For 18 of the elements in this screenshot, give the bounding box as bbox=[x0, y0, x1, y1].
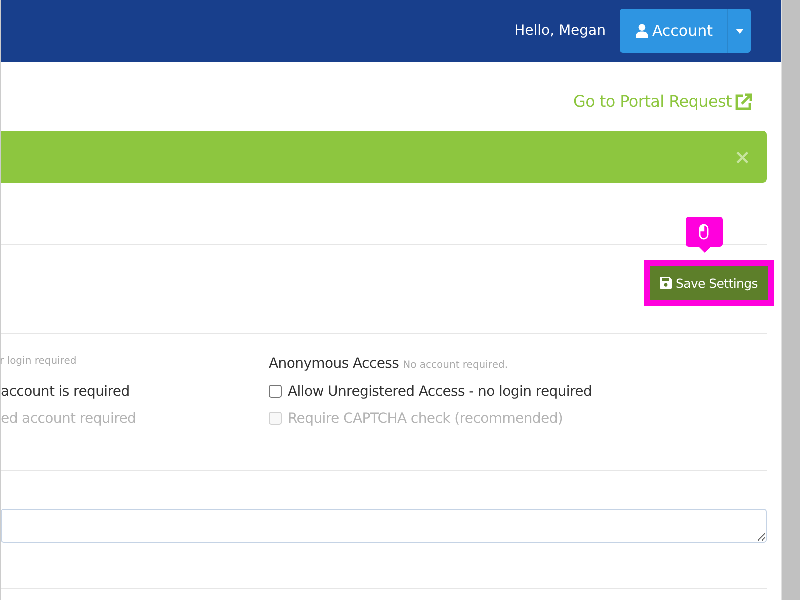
dropdown-toggle[interactable] bbox=[727, 9, 752, 53]
account-button[interactable]: Account bbox=[620, 9, 728, 53]
external-link-icon bbox=[735, 92, 754, 110]
scrollbar[interactable] bbox=[781, 0, 800, 600]
checkbox[interactable] bbox=[269, 385, 282, 398]
save-button[interactable]: Save Settings bbox=[650, 266, 768, 300]
link[interactable]: Go to Portal Request bbox=[574, 92, 754, 111]
mouse-icon bbox=[699, 224, 710, 240]
hint-text: r login required bbox=[0, 356, 77, 367]
option-label: account is required bbox=[1, 384, 130, 400]
option-label: Allow Unregistered Access - no login required bbox=[288, 384, 592, 400]
user-icon bbox=[636, 23, 648, 39]
option-label: ed account required bbox=[1, 410, 136, 426]
hint-text: No account required. bbox=[403, 360, 508, 371]
caret-icon bbox=[736, 28, 744, 34]
section-title: Anonymous Access bbox=[269, 356, 400, 372]
greeting-text: Hello, Megan bbox=[514, 23, 606, 39]
option-label: Require CAPTCHA check (recommended) bbox=[288, 410, 564, 426]
